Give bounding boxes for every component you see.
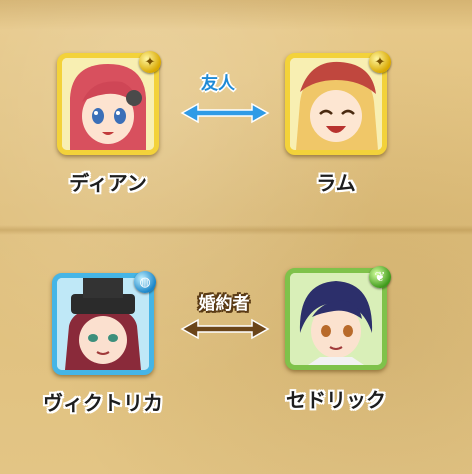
light-attribute-icon: ✦ (369, 51, 391, 73)
parchment-top-edge (0, 0, 472, 30)
ram-face-illustration (290, 58, 382, 150)
double-arrow-icon (180, 102, 270, 124)
light-attribute-icon: ✦ (139, 51, 161, 73)
relation-label-friend: 友人 (201, 74, 235, 93)
cedric-face-illustration (290, 273, 382, 365)
character-name-cedric: セドリック (286, 390, 386, 412)
wood-attribute-icon: ❦ (369, 266, 391, 288)
section-divider (0, 225, 472, 235)
character-name-ram: ラム (316, 173, 356, 195)
double-arrow-icon (180, 318, 270, 340)
relation-label-fiance: 婚約者 (198, 294, 250, 313)
water-attribute-icon: ◍ (134, 271, 156, 293)
character-name-dian: ディアン (69, 173, 147, 195)
dian-face-illustration (62, 58, 154, 150)
victorica-face-illustration (57, 278, 149, 370)
character-name-victorica: ヴィクトリカ (43, 393, 163, 415)
